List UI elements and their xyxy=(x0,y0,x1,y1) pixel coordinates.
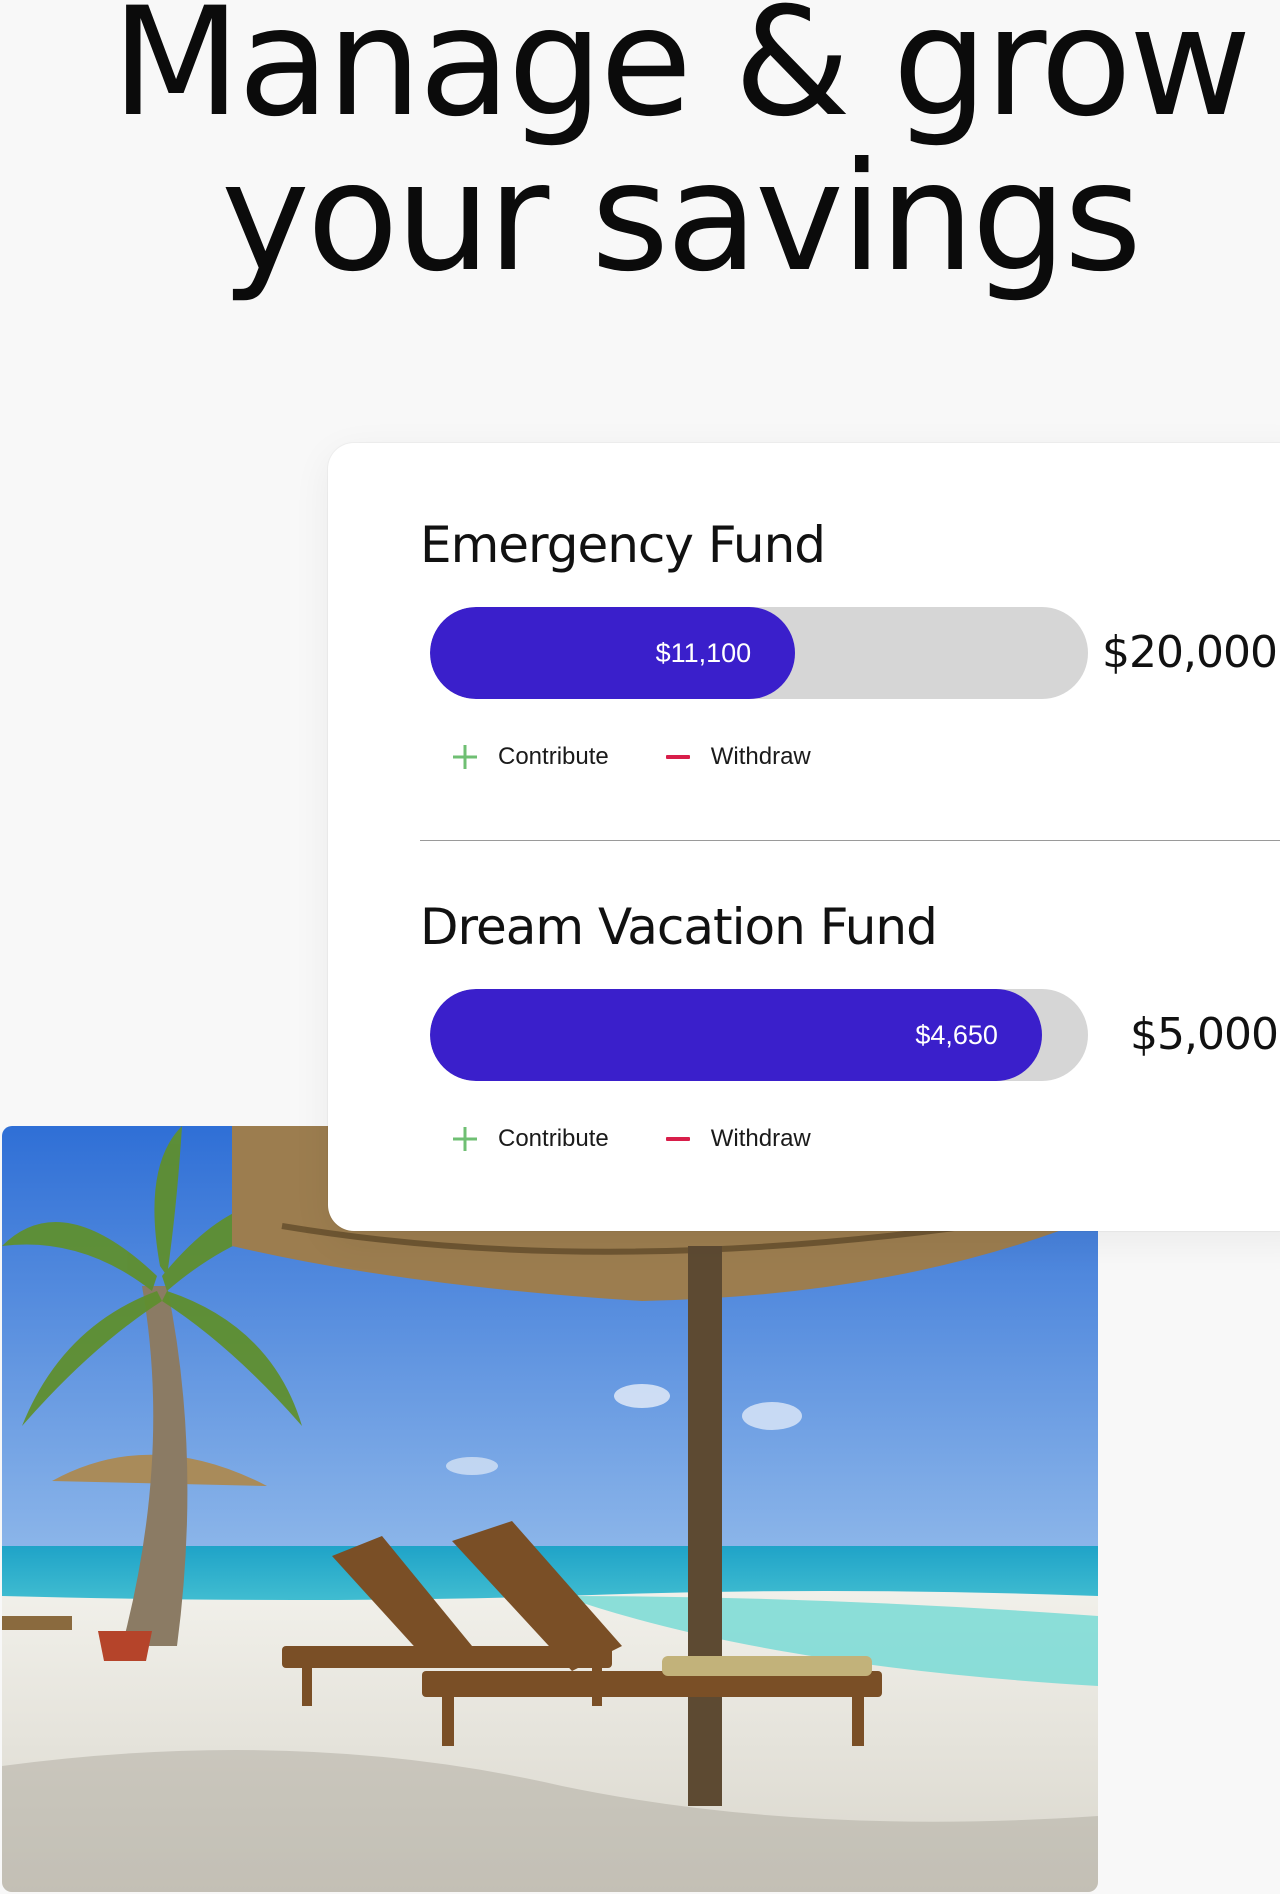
withdraw-button[interactable]: Withdraw xyxy=(663,1124,811,1154)
progress-fill: $4,650 xyxy=(430,989,1042,1081)
withdraw-label: Withdraw xyxy=(710,1125,811,1152)
minus-icon xyxy=(663,742,693,772)
withdraw-label: Withdraw xyxy=(710,743,811,770)
progress-row: $11,100 $20,000 xyxy=(420,605,1280,701)
fund-title: Emergency Fund xyxy=(420,516,826,574)
contribute-label: Contribute xyxy=(498,743,609,770)
headline-line-1: Manage & grow xyxy=(111,0,1251,150)
goal-amount: $5,000 xyxy=(1130,1009,1279,1060)
saved-amount: $11,100 xyxy=(655,638,752,668)
savings-goal-emergency: Emergency Fund $11,100 $20,000 Contribut… xyxy=(420,515,1280,770)
fund-actions: Contribute Withdraw xyxy=(450,737,865,777)
headline: Manage & grow your savings xyxy=(0,0,1280,296)
savings-card: Emergency Fund $11,100 $20,000 Contribut… xyxy=(328,443,1280,1231)
savings-promo-page: Manage & grow your savings Emergency Fun… xyxy=(0,0,1280,1894)
contribute-button[interactable]: Contribute xyxy=(450,742,609,772)
progress-track: $4,650 xyxy=(430,989,1088,1081)
fund-title: Dream Vacation Fund xyxy=(420,898,938,956)
headline-line-2: your savings xyxy=(221,131,1142,305)
plus-icon xyxy=(450,742,480,772)
minus-icon xyxy=(663,1124,693,1154)
beach-photo xyxy=(2,1126,1098,1892)
contribute-button[interactable]: Contribute xyxy=(450,1124,609,1154)
contribute-label: Contribute xyxy=(498,1125,609,1152)
withdraw-button[interactable]: Withdraw xyxy=(663,742,811,772)
savings-goal-dream-vacation: Dream Vacation Fund $4,650 $5,000 Contri… xyxy=(420,897,1280,1152)
divider xyxy=(420,840,1280,841)
progress-row: $4,650 $5,000 xyxy=(420,987,1280,1083)
progress-fill: $11,100 xyxy=(430,607,796,699)
saved-amount: $4,650 xyxy=(915,1020,998,1050)
progress-track: $11,100 xyxy=(430,607,1088,699)
fund-actions: Contribute Withdraw xyxy=(450,1119,865,1159)
plus-icon xyxy=(450,1124,480,1154)
goal-amount: $20,000 xyxy=(1102,627,1278,678)
